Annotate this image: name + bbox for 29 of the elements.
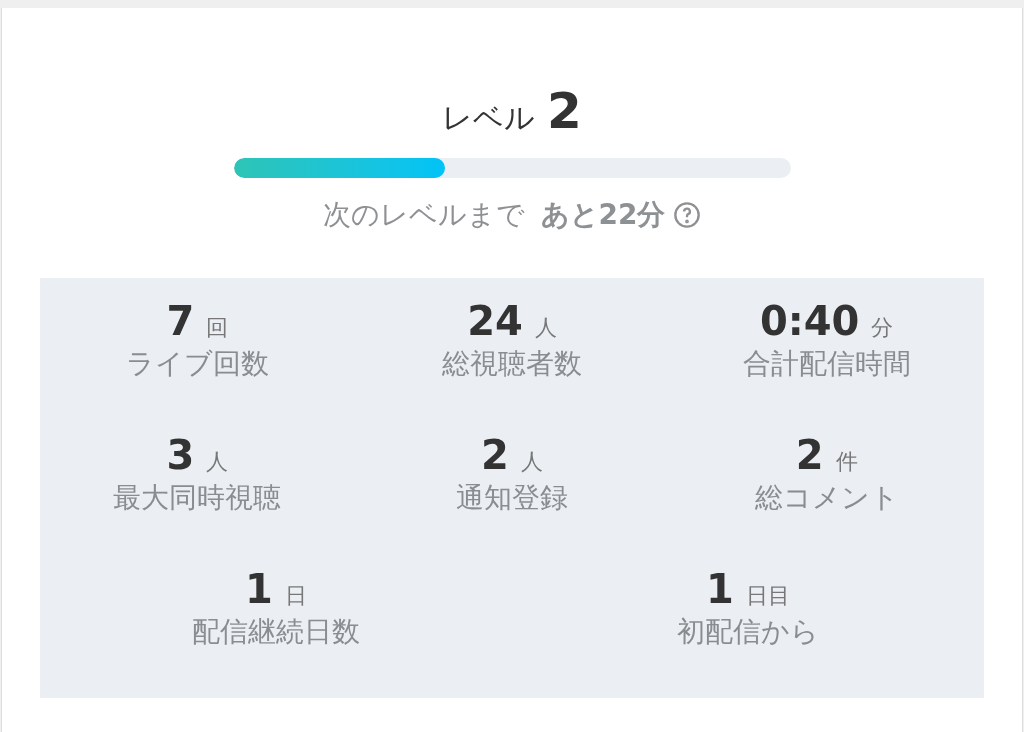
stat-value: 0:40 <box>759 297 860 346</box>
stat-label: 配信継続日数 <box>192 614 360 649</box>
stat-unit: 日 <box>284 582 307 610</box>
stat-unit: 人 <box>534 314 557 342</box>
stat-unit: 人 <box>520 448 543 476</box>
help-icon[interactable] <box>673 201 702 229</box>
level-number: 2 <box>547 86 582 136</box>
stat-label: 最大同時視聴 <box>113 480 282 515</box>
stat-value: 2 <box>481 431 509 480</box>
stat-label: 総コメント <box>754 480 899 515</box>
stat-unit: 分 <box>871 314 894 342</box>
stat-value: 2 <box>795 431 824 480</box>
next-level-text: 次のレベルまで <box>322 197 525 233</box>
stat-label: 初配信から <box>677 614 819 649</box>
remaining-time: あと22分 <box>540 197 666 233</box>
level-label: レベル <box>442 99 536 137</box>
stat-value: 1 <box>245 565 273 614</box>
stat-value: 3 <box>166 431 195 480</box>
stat-unit: 件 <box>835 448 858 476</box>
stat-label: ライブ回数 <box>125 346 269 381</box>
stat-value: 24 <box>467 297 523 346</box>
stat-unit: 回 <box>206 314 229 342</box>
stat-unit: 人 <box>206 448 229 476</box>
stat-label: 合計配信時間 <box>742 346 911 381</box>
stat-value: 7 <box>166 297 195 346</box>
stat-value: 1 <box>706 565 734 614</box>
stat-label: 通知登録 <box>456 480 568 515</box>
stat-label: 総視聴者数 <box>442 346 582 381</box>
stat-unit: 日目 <box>745 582 790 610</box>
